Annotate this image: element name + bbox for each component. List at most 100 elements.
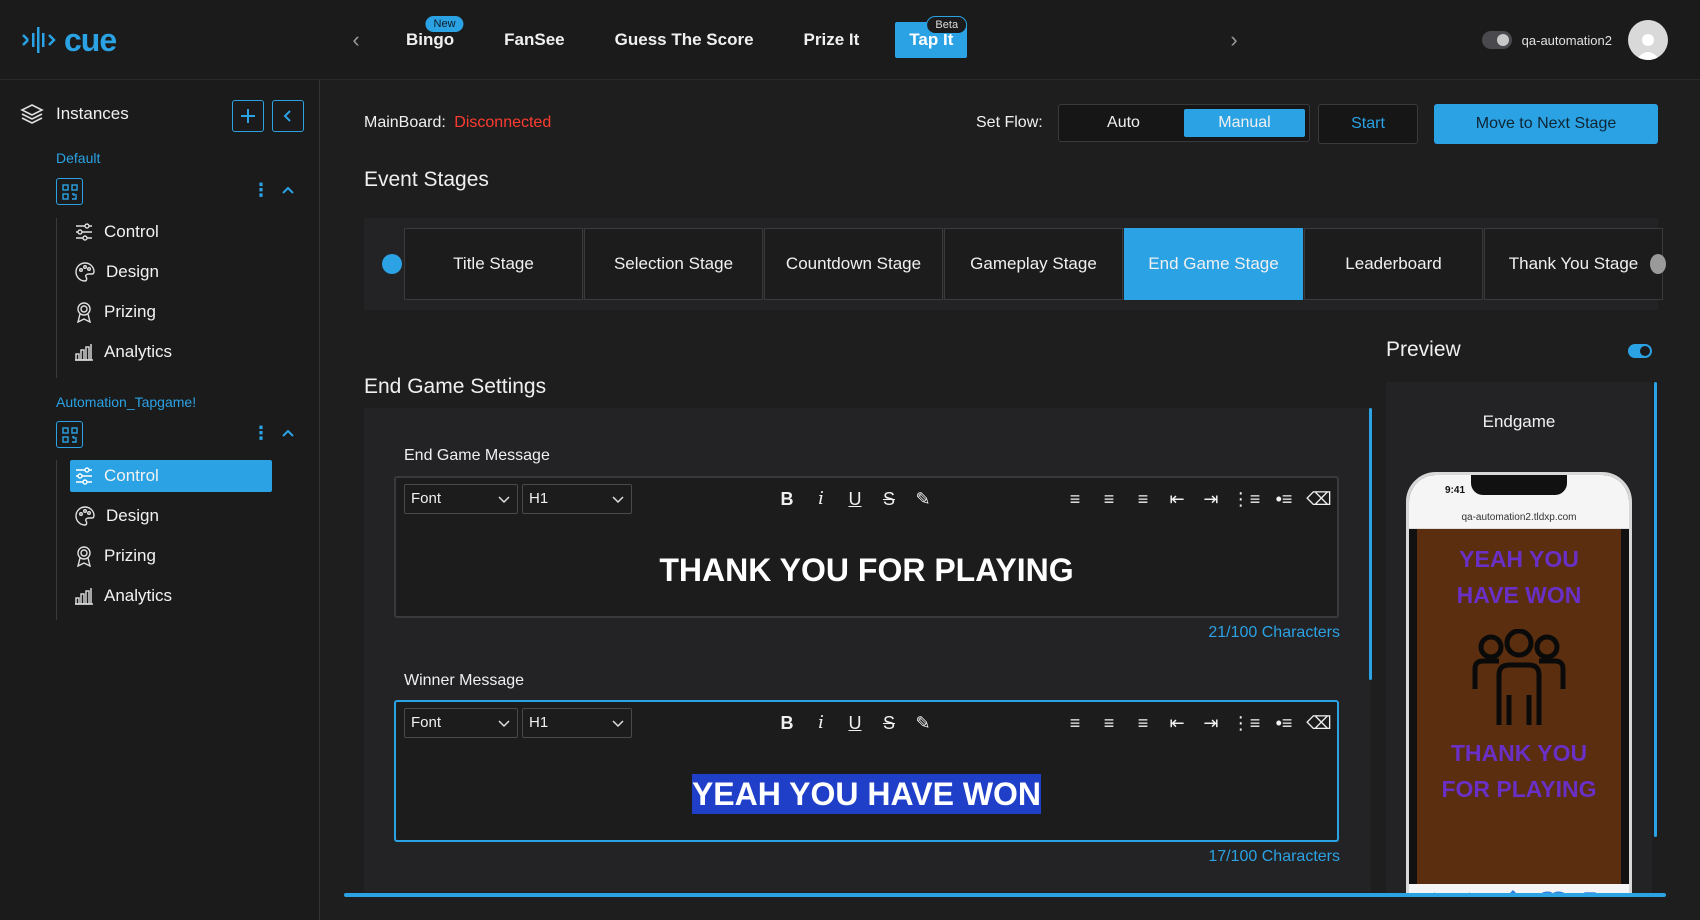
end-game-message-label: End Game Message — [404, 447, 550, 464]
flow-auto-option[interactable]: Auto — [1063, 109, 1184, 137]
heading-select[interactable]: H1 — [522, 484, 632, 514]
stage-thank-you[interactable]: Thank You Stage — [1484, 228, 1663, 300]
heading-select[interactable]: H1 — [522, 708, 632, 738]
strikethrough-icon[interactable]: S — [876, 710, 902, 736]
sidebar-item-analytics[interactable]: Analytics — [70, 336, 272, 368]
tab-fansee[interactable]: FanSee — [490, 22, 578, 58]
underline-icon[interactable]: U — [842, 710, 868, 736]
qr-code-button[interactable] — [56, 178, 83, 205]
align-center-icon[interactable]: ≡ — [1096, 486, 1122, 512]
sidebar-item-analytics[interactable]: Analytics — [70, 580, 272, 612]
settings-scrollbar[interactable] — [1369, 408, 1372, 680]
start-button[interactable]: Start — [1318, 104, 1418, 144]
sidebar-item-control[interactable]: Control — [70, 460, 272, 492]
tab-guess-the-score[interactable]: Guess The Score — [601, 22, 768, 58]
strikethrough-icon[interactable]: S — [876, 486, 902, 512]
sidebar-item-design[interactable]: Design — [70, 256, 272, 288]
collapse-sidebar-button[interactable] — [272, 100, 304, 132]
align-right-icon[interactable]: ≡ — [1130, 486, 1156, 512]
align-right-icon[interactable]: ≡ — [1130, 710, 1156, 736]
username: qa-automation2 — [1521, 32, 1612, 48]
group-title-default[interactable]: Default — [56, 150, 100, 166]
sliders-icon — [76, 467, 92, 485]
sidebar-item-prizing[interactable]: Prizing — [70, 540, 272, 572]
winner-message-content-wrap[interactable]: YEAH YOU HAVE WON — [396, 774, 1337, 814]
ordered-list-icon[interactable]: ⋮≡ — [1230, 486, 1262, 512]
flow-manual-option[interactable]: Manual — [1184, 109, 1305, 137]
align-left-icon[interactable]: ≡ — [1062, 710, 1088, 736]
avatar[interactable] — [1628, 20, 1668, 60]
sidebar-item-design[interactable]: Design — [70, 500, 272, 532]
stage-gameplay[interactable]: Gameplay Stage — [944, 228, 1123, 300]
winner-message-content[interactable]: YEAH YOU HAVE WON — [691, 774, 1042, 814]
qr-code-button[interactable] — [56, 421, 83, 448]
stage-leaderboard[interactable]: Leaderboard — [1304, 228, 1483, 300]
tab-prize-it[interactable]: Prize It — [790, 22, 874, 58]
user-area: qa-automation2 — [1481, 20, 1668, 60]
indent-icon[interactable]: ⇥ — [1198, 486, 1224, 512]
underline-icon[interactable]: U — [842, 486, 868, 512]
preview-panel: Endgame 9:41 qa-automation2.tldxp.com YE… — [1386, 382, 1652, 894]
theme-toggle[interactable] — [1481, 31, 1512, 49]
editor-toolbar: Font H1 B i U S ✎ ≡ ≡ ≡ ⇤ ⇥ ⋮≡ •≡ ⌫ — [404, 708, 1332, 738]
kebab-menu-icon[interactable]: ⋮ — [252, 423, 270, 444]
eraser-icon[interactable]: ⌫ — [1306, 486, 1332, 512]
stage-scroll-handle[interactable] — [1650, 254, 1666, 274]
nav-next-arrow[interactable]: › — [1222, 26, 1246, 54]
stage-end-game[interactable]: End Game Stage — [1124, 228, 1303, 300]
stage-title[interactable]: Title Stage — [404, 228, 583, 300]
move-to-next-stage-button[interactable]: Move to Next Stage — [1434, 104, 1658, 144]
preview-winner-line-1: YEAH YOU — [1459, 546, 1579, 572]
kebab-menu-icon[interactable]: ⋮ — [252, 180, 270, 201]
font-select[interactable]: Font — [404, 484, 518, 514]
connection-status: Disconnected — [454, 114, 552, 131]
instances-title: Instances — [56, 104, 129, 123]
bar-chart-icon — [75, 588, 93, 605]
end-game-message-editor[interactable]: Font H1 B i U S ✎ ≡ ≡ ≡ ⇤ ⇥ ⋮≡ •≡ ⌫ THAN… — [394, 476, 1339, 618]
tab-bingo[interactable]: Bingo New — [392, 16, 468, 58]
indent-icon[interactable]: ⇥ — [1198, 710, 1224, 736]
preview-scrollbar[interactable] — [1654, 382, 1657, 837]
sidebar-item-prizing[interactable]: Prizing — [70, 296, 272, 328]
preview-toggle[interactable] — [1628, 344, 1652, 358]
group-users-icon — [1472, 629, 1566, 725]
add-instance-button[interactable] — [232, 100, 264, 132]
chevron-up-icon[interactable] — [280, 425, 296, 441]
group-title-automation-tapgame[interactable]: Automation_Tapgame! — [56, 394, 196, 410]
stage-countdown[interactable]: Countdown Stage — [764, 228, 943, 300]
bold-icon[interactable]: B — [774, 710, 800, 736]
font-select-value: Font — [411, 490, 442, 507]
chevron-up-icon[interactable] — [280, 182, 296, 198]
horizontal-scrollbar[interactable] — [344, 893, 1666, 897]
winner-message-editor[interactable]: Font H1 B i U S ✎ ≡ ≡ ≡ ⇤ ⇥ ⋮≡ •≡ ⌫ YEAH… — [394, 700, 1339, 842]
flow-mode-toggle: Auto Manual — [1058, 104, 1310, 142]
nav-prev-arrow[interactable]: ‹ — [344, 26, 368, 54]
font-select[interactable]: Font — [404, 708, 518, 738]
stage-selection[interactable]: Selection Stage — [584, 228, 763, 300]
sidebar-item-label: Control — [104, 466, 159, 485]
highlighter-icon[interactable]: ✎ — [910, 710, 936, 736]
phone-mockup: 9:41 qa-automation2.tldxp.com YEAH YOU H… — [1406, 472, 1632, 894]
cue-logo[interactable]: cue — [22, 20, 117, 60]
bullet-list-icon[interactable]: •≡ — [1268, 486, 1300, 512]
bullet-list-icon[interactable]: •≡ — [1268, 710, 1300, 736]
preview-stage-name: Endgame — [1482, 412, 1556, 431]
mainboard-label: MainBoard: — [364, 114, 446, 131]
highlighter-icon[interactable]: ✎ — [910, 486, 936, 512]
end-game-message-content[interactable]: THANK YOU FOR PLAYING — [396, 552, 1337, 589]
outdent-icon[interactable]: ⇤ — [1164, 710, 1190, 736]
bar-chart-icon — [75, 344, 93, 361]
eraser-icon[interactable]: ⌫ — [1306, 710, 1332, 736]
stage-indicator-dot[interactable] — [382, 254, 402, 274]
italic-icon[interactable]: i — [808, 710, 834, 736]
sidebar-item-control[interactable]: Control — [70, 216, 272, 248]
qr-code-icon — [61, 183, 78, 200]
ordered-list-icon[interactable]: ⋮≡ — [1230, 710, 1262, 736]
tab-tap-it[interactable]: Tap It Beta — [895, 16, 968, 58]
outdent-icon[interactable]: ⇤ — [1164, 486, 1190, 512]
italic-icon[interactable]: i — [808, 486, 834, 512]
align-left-icon[interactable]: ≡ — [1062, 486, 1088, 512]
bold-icon[interactable]: B — [774, 486, 800, 512]
menu-divider — [56, 218, 57, 378]
align-center-icon[interactable]: ≡ — [1096, 710, 1122, 736]
